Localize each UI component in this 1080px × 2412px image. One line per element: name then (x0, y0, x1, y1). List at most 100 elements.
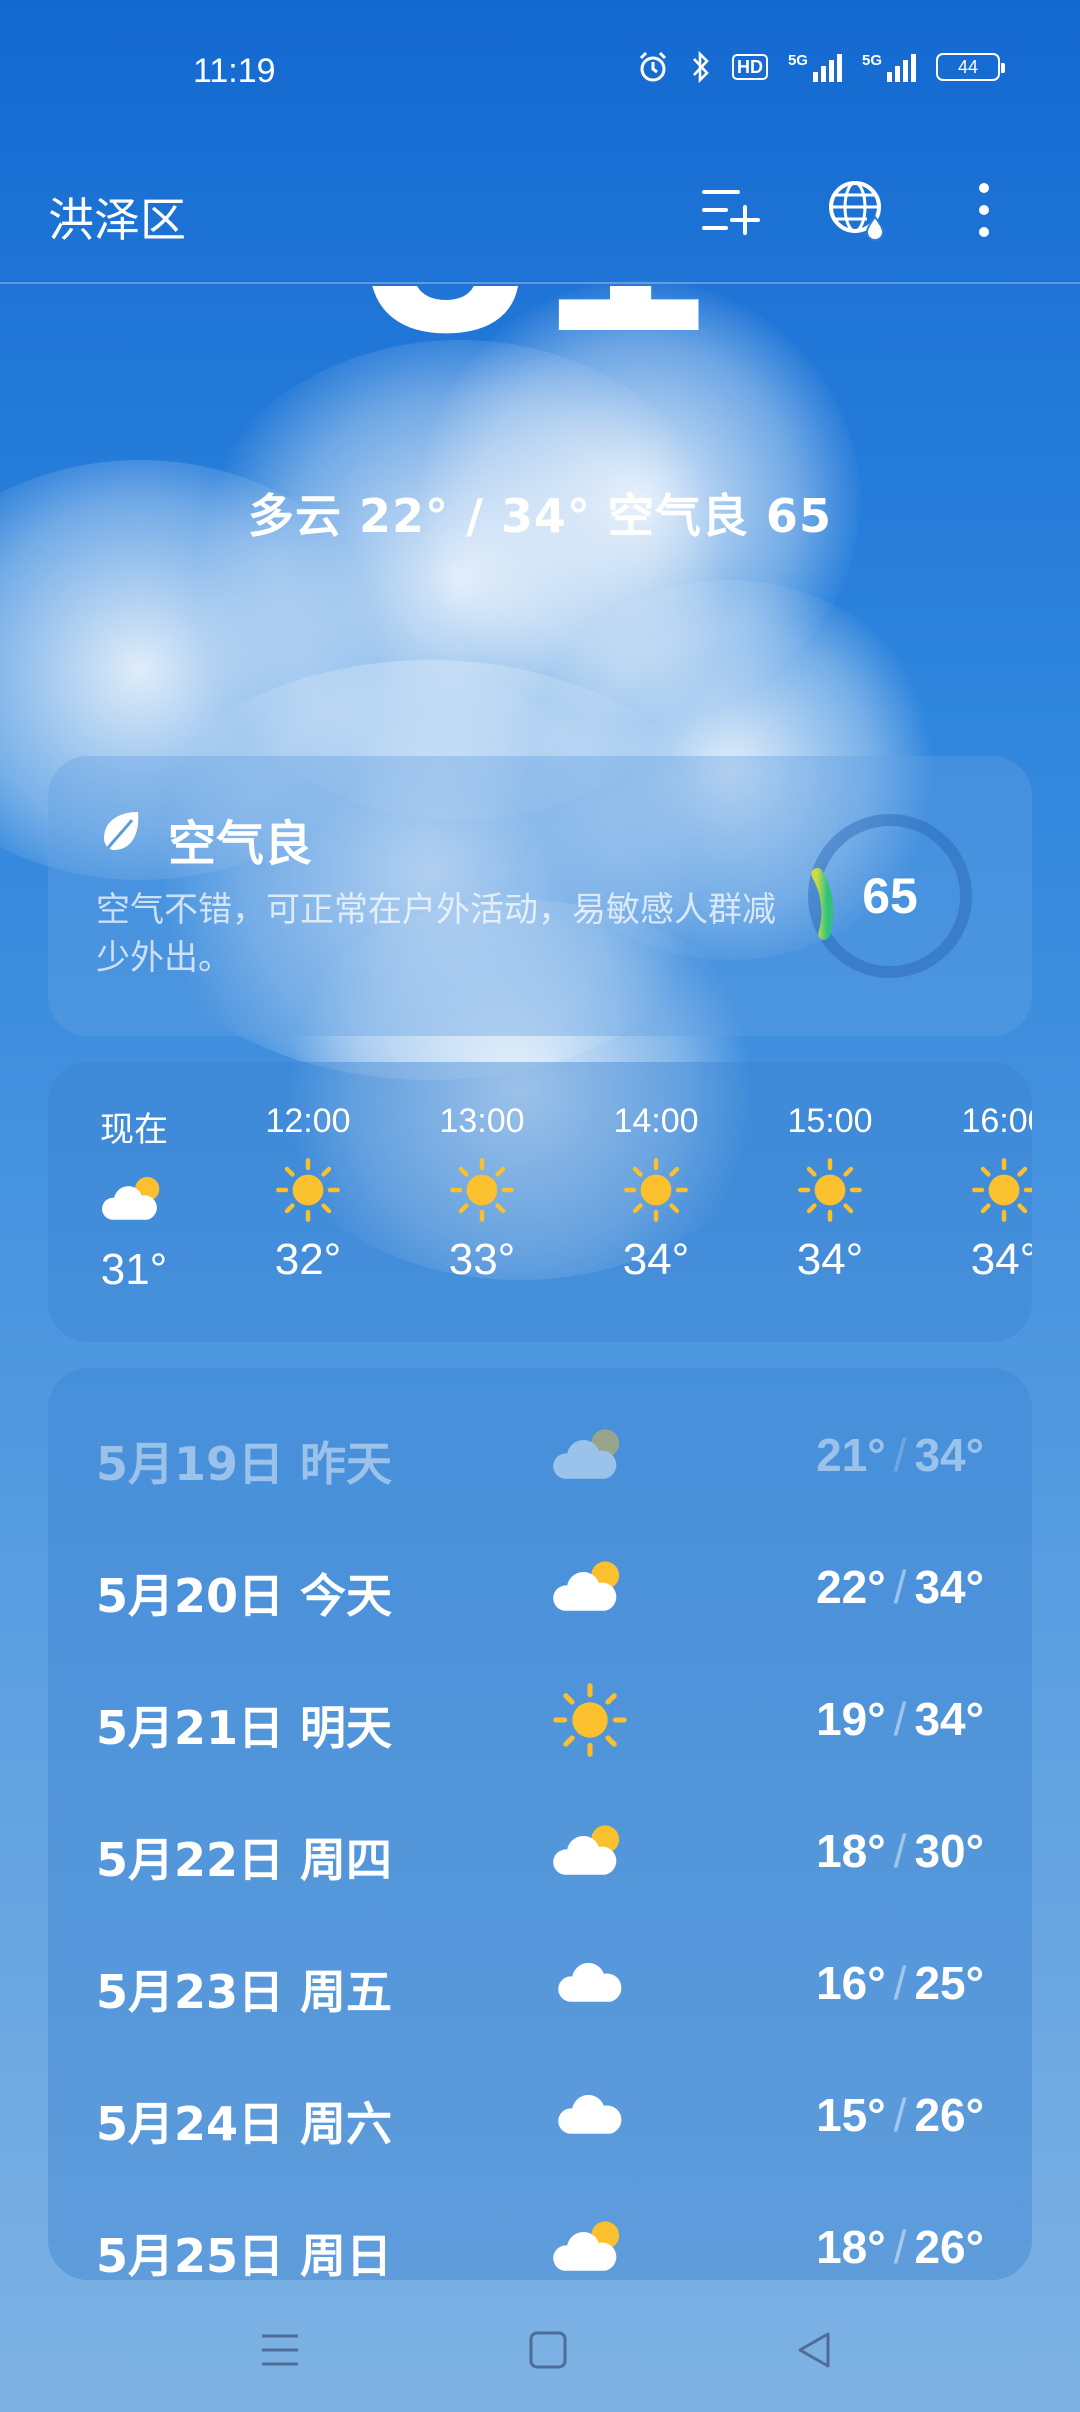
hourly-item: 16:00 34° (934, 1102, 1032, 1285)
globe-weather-button[interactable] (818, 170, 898, 250)
partly-cloudy-icon (548, 1414, 632, 1498)
daily-high: 34° (914, 1693, 984, 1745)
daily-temp-separator: / (893, 1561, 907, 1613)
hourly-time: 14:00 (613, 1102, 699, 1140)
hourly-temp: 34° (622, 1235, 690, 1284)
daily-date: 5月21日 明天 (96, 1701, 393, 1755)
daily-high: 26° (914, 2089, 984, 2141)
daily-temp-separator: / (893, 1429, 907, 1481)
daily-temp-range: 16°/25° (816, 1956, 984, 2010)
daily-high: 34° (914, 1561, 984, 1613)
aqi-value: 65 (862, 868, 918, 924)
menu-icon (262, 2334, 298, 2366)
sun-icon (760, 1155, 900, 1225)
daily-forecast-card[interactable]: 5月19日 昨天 21°/34° 5月20日 今天 22°/34° 5月21日 明天 19… (48, 1368, 1032, 2280)
battery-icon: 44 (936, 53, 1005, 81)
daily-row[interactable]: 5月19日 昨天 21°/34° (48, 1390, 1032, 1522)
daily-row[interactable]: 5月22日 周四 18°/30° (48, 1786, 1032, 1918)
status-bar: 11:19 HD 5G 5G 44 (0, 0, 1080, 140)
navigation-bar (0, 2280, 1080, 2412)
partly-cloudy-icon (548, 2206, 632, 2280)
daily-low: 18° (816, 2221, 886, 2273)
back-triangle-icon (798, 2332, 830, 2368)
daily-high: 34° (914, 1429, 984, 1481)
daily-high: 30° (914, 1825, 984, 1877)
daily-row[interactable]: 5月24日 周六 15°/26° (48, 2050, 1032, 2182)
daily-date: 5月25日 周日 (96, 2229, 393, 2280)
home-square-icon (529, 2331, 567, 2369)
hourly-item: 14:00 34° (586, 1102, 726, 1285)
partly-cloudy-icon (548, 1810, 632, 1894)
hourly-item: 15:00 34° (760, 1102, 900, 1285)
daily-low: 16° (816, 1957, 886, 2009)
air-quality-title: 空气良 (168, 816, 313, 872)
daily-low: 21° (816, 1429, 886, 1481)
sun-icon (934, 1155, 1032, 1225)
hourly-temp: 34° (796, 1235, 864, 1284)
daily-date: 5月19日 昨天 (96, 1437, 393, 1491)
hourly-time: 现在 (100, 1111, 168, 1149)
current-temperature-area: 31 (0, 286, 1080, 396)
nav-home-button[interactable] (508, 2310, 588, 2390)
air-quality-card[interactable]: 空气良 空气不错，可正常在户外活动，易敏感人群减少外出。 65 (48, 756, 1032, 1036)
hourly-item: 现在 31° (64, 1102, 204, 1295)
nav-back-button[interactable] (774, 2310, 854, 2390)
air-quality-description: 空气不错，可正常在户外活动，易敏感人群减少外出。 (96, 890, 776, 978)
daily-low: 19° (816, 1693, 886, 1745)
daily-low: 18° (816, 1825, 886, 1877)
app-header: 洪泽区 (0, 140, 1080, 284)
partly-cloudy-icon (548, 1546, 632, 1630)
daily-high: 25° (914, 1957, 984, 2009)
sun-icon (238, 1155, 378, 1225)
daily-row[interactable]: 5月21日 明天 19°/34° (48, 1654, 1032, 1786)
hourly-time: 13:00 (439, 1102, 525, 1140)
cloud-icon (548, 2074, 632, 2158)
nav-menu-button[interactable] (240, 2310, 320, 2390)
daily-temp-range: 15°/26° (816, 2088, 984, 2142)
daily-temp-separator: / (893, 1825, 907, 1877)
daily-temp-range: 22°/34° (816, 1560, 984, 1614)
hourly-forecast-card[interactable]: 现在 31° 12:00 32° 13:00 33° 14:00 34° 15:00 34° 16:… (48, 1062, 1032, 1342)
daily-row[interactable]: 5月23日 周五 16°/25° (48, 1918, 1032, 2050)
hourly-item: 13:00 33° (412, 1102, 552, 1285)
daily-row[interactable]: 5月20日 今天 22°/34° (48, 1522, 1032, 1654)
hourly-temp: 33° (448, 1235, 516, 1284)
daily-temp-range: 18°/26° (816, 2220, 984, 2274)
daily-temp-separator: / (893, 1693, 907, 1745)
signal-sim1-icon: 5G (788, 52, 842, 82)
daily-high: 26° (914, 2221, 984, 2273)
more-vertical-icon (979, 183, 989, 237)
status-time: 11:19 (193, 52, 276, 90)
hourly-item: 12:00 32° (238, 1102, 378, 1285)
sun-icon (586, 1155, 726, 1225)
hourly-time: 12:00 (265, 1102, 351, 1140)
daily-temp-range: 21°/34° (816, 1428, 984, 1482)
cloud-icon (548, 1942, 632, 2026)
hourly-temp: 32° (274, 1235, 342, 1284)
daily-row[interactable]: 5月25日 周日 18°/26° (48, 2182, 1032, 2280)
location-title[interactable]: 洪泽区 (48, 184, 186, 250)
globe-icon (829, 181, 885, 241)
daily-date: 5月24日 周六 (96, 2097, 393, 2151)
daily-temp-separator: / (893, 2221, 907, 2273)
daily-date: 5月23日 周五 (96, 1965, 393, 2019)
daily-date: 5月22日 周四 (96, 1833, 393, 1887)
daily-temp-range: 18°/30° (816, 1824, 984, 1878)
hourly-temp: 34° (970, 1235, 1032, 1284)
daily-temp-separator: / (893, 1957, 907, 2009)
signal-sim2-icon: 5G (862, 52, 916, 82)
alarm-icon (636, 50, 670, 84)
hourly-time: 16:00 (961, 1102, 1032, 1140)
more-options-button[interactable] (944, 170, 1024, 250)
daily-low: 22° (816, 1561, 886, 1613)
current-temperature: 31 (0, 286, 1080, 376)
daily-date: 5月20日 今天 (96, 1569, 393, 1623)
add-list-icon (702, 190, 760, 235)
leaf-icon (104, 812, 139, 850)
weather-summary: 多云 22° / 34° 空气良 65 (248, 489, 832, 543)
hourly-temp: 31° (100, 1245, 168, 1294)
daily-temp-range: 19°/34° (816, 1692, 984, 1746)
bluetooth-icon (690, 50, 712, 84)
manage-cities-button[interactable] (692, 170, 772, 250)
partly-cloudy-icon (64, 1165, 204, 1235)
